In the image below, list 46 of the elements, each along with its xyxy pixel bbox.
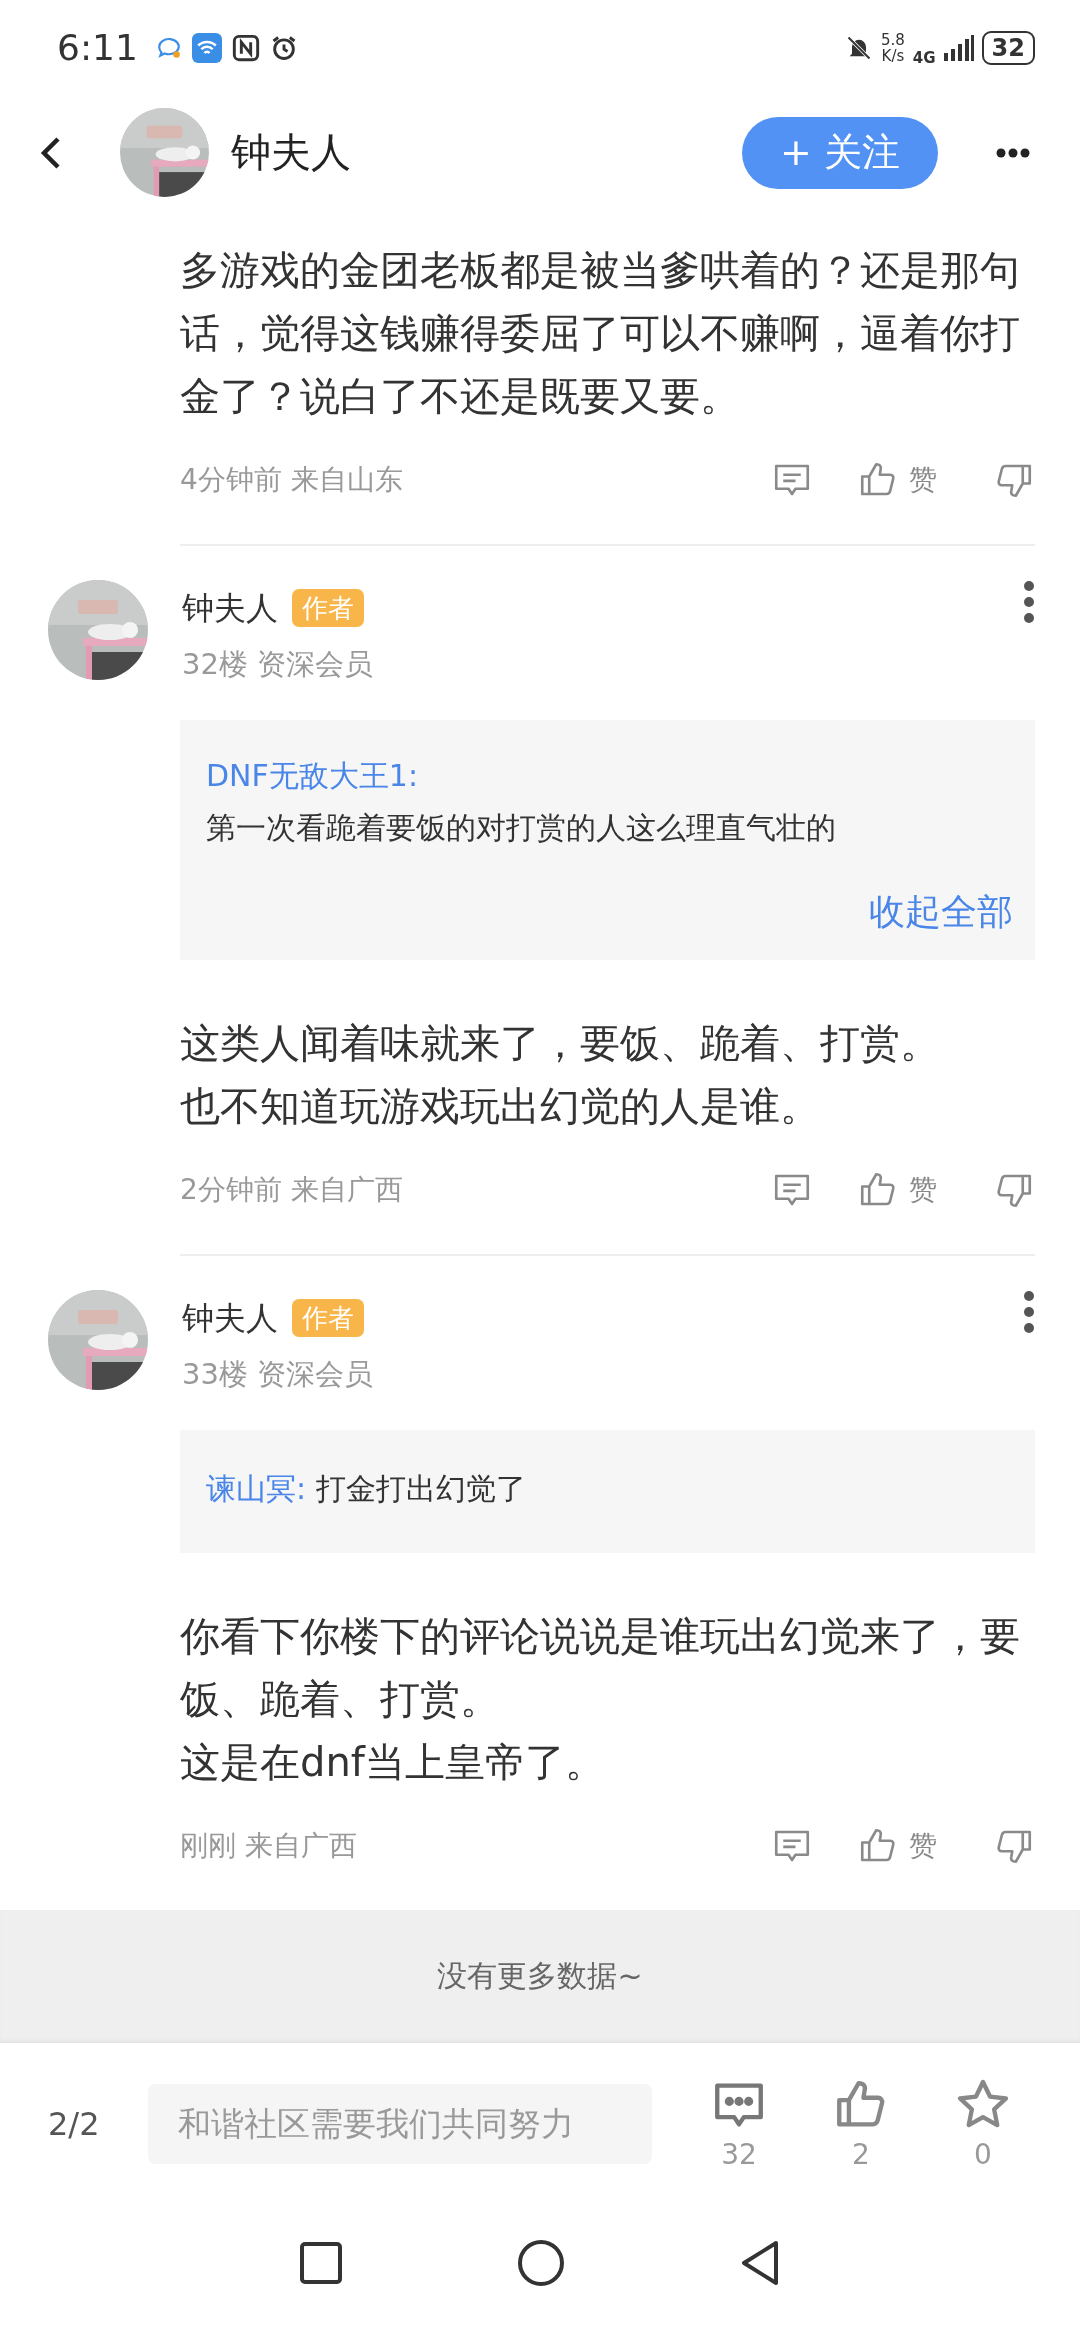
author-name: 钟夫人 (231, 128, 351, 177)
more-icon[interactable] (1023, 1290, 1035, 1334)
comment-text: 你看下你楼下的评论说说是谁玩出幻觉来了，要饭、跪着、打赏。 (180, 1612, 1021, 1724)
floor-info: 33楼 资深会员 (182, 1356, 375, 1393)
network-type: 4G (912, 48, 936, 67)
collapse-link[interactable]: 收起全部 (206, 882, 1013, 942)
author-badge: 作者 (292, 1299, 364, 1337)
like-label[interactable]: 赞 (909, 461, 937, 499)
quoted-text: 第一次看跪着要饭的对打赏的人这么理直气壮的 (206, 809, 837, 847)
quoted-text: 打金打出幻觉了 (315, 1471, 526, 1506)
nfc-icon (231, 33, 260, 62)
comment-input[interactable]: 和谐社区需要我们共同努力 (147, 2083, 652, 2164)
like-count: 2 (852, 2138, 870, 2171)
comment-text: 也不知道玩游戏玩出幻觉的人是谁。 (180, 1082, 821, 1131)
floor-info: 32楼 资深会员 (182, 646, 375, 683)
clock-time: 6:11 (57, 27, 138, 68)
quoted-user[interactable]: DNF无敌大王1: (206, 750, 1009, 802)
comment-text: 这类人闻着味就来了，要饭、跪着、打赏。 (180, 1019, 941, 1068)
favorite-count: 0 (974, 2138, 992, 2171)
recent-apps-icon[interactable] (300, 2241, 342, 2284)
author-badge: 作者 (292, 589, 364, 627)
comment-meta: 4分钟前 来自山东 (180, 462, 403, 498)
mute-bell-icon (845, 33, 873, 62)
home-icon[interactable] (517, 2238, 565, 2287)
more-icon[interactable] (1023, 580, 1035, 624)
comment-count: 32 (721, 2138, 757, 2171)
battery-level: 32 (981, 30, 1035, 65)
comment-text: 多游戏的金团老板都是被当爹哄着的？还是那句话，觉得这钱赚得委屈了可以不赚啊，逼着你打金了？说白了不还是既要又要。 (180, 246, 1021, 421)
network-speed: 5.8 (881, 31, 905, 48)
back-icon[interactable] (38, 134, 62, 171)
comment-meta: 2分钟前 来自广西 (180, 1172, 403, 1208)
follow-button[interactable]: + 关注 (742, 116, 938, 189)
more-icon[interactable] (996, 147, 1030, 158)
signal-icon (943, 34, 974, 61)
wifi-icon (191, 32, 222, 63)
comment-text: 这是在dnf当上皇帝了。 (180, 1738, 606, 1787)
commenter-name: 钟夫人 (182, 588, 278, 629)
like-label[interactable]: 赞 (909, 1827, 937, 1865)
comment-meta: 刚刚 来自广西 (180, 1828, 357, 1864)
speed-unit: K/s (881, 47, 905, 64)
commenter-name: 钟夫人 (182, 1298, 278, 1339)
back-icon[interactable] (740, 2239, 780, 2286)
quoted-user[interactable]: 谏山冥: (206, 1471, 307, 1506)
like-label[interactable]: 赞 (909, 1171, 937, 1209)
end-of-list-text: 没有更多数据~ (437, 1957, 643, 1995)
page-indicator: 2/2 (48, 2104, 101, 2143)
